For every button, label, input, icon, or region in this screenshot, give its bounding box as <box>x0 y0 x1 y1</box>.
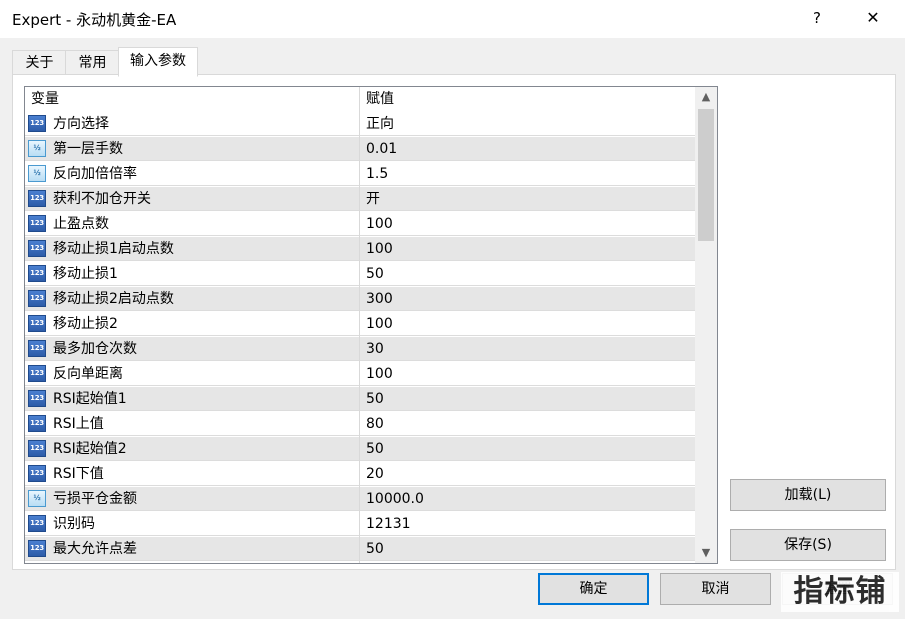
parameter-value[interactable]: 100 <box>366 312 393 336</box>
help-button[interactable]: ? <box>800 4 834 32</box>
vertical-scrollbar[interactable]: ▲ ▼ <box>695 87 717 563</box>
parameter-name: 方向选择 <box>53 116 109 132</box>
parameter-list[interactable]: 变量 赋值 123 方向选择 正向 ½ 第一层手数 0.01 ½ 反向加倍倍率 1.5 123 获利… <box>24 86 718 564</box>
int-icon: 123 <box>28 190 46 207</box>
parameter-name: 止盈点数 <box>53 216 109 232</box>
parameter-value[interactable]: 50 <box>366 387 384 411</box>
table-row[interactable]: 123 止盈点数 100 <box>25 212 695 236</box>
int-icon: 123 <box>28 115 46 132</box>
parameter-name: 移动止损2 <box>53 316 118 332</box>
table-row[interactable]: 123 最多加仓次数 30 <box>25 337 695 361</box>
int-icon: 123 <box>28 465 46 482</box>
title-bar: Expert - 永动机黄金-EA ? ✕ <box>0 0 905 38</box>
table-row[interactable]: ½ 第一层手数 0.01 <box>25 137 695 161</box>
table-row[interactable]: 123 移动止损2启动点数 300 <box>25 287 695 311</box>
column-header-variable[interactable]: 变量 <box>31 87 59 112</box>
parameter-value[interactable]: 正向 <box>366 112 394 136</box>
parameter-name: 反向单距离 <box>53 366 123 382</box>
table-row[interactable]: 123 识别码 12131 <box>25 512 695 536</box>
int-icon: 123 <box>28 515 46 532</box>
table-row[interactable]: 123 RSI起始值2 50 <box>25 437 695 461</box>
tab-inputs[interactable]: 输入参数 <box>118 47 198 77</box>
cancel-button[interactable]: 取消 <box>660 573 771 605</box>
int-icon: 123 <box>28 290 46 307</box>
list-header: 变量 赋值 <box>25 87 695 112</box>
table-row[interactable]: 123 RSI下值 20 <box>25 462 695 486</box>
int-icon: 123 <box>28 265 46 282</box>
scroll-up-icon[interactable]: ▲ <box>695 87 717 107</box>
double-icon: ½ <box>28 490 46 507</box>
window-title: Expert - 永动机黄金-EA <box>12 11 177 29</box>
column-divider <box>359 87 360 563</box>
parameter-name: 获利不加仓开关 <box>53 191 151 207</box>
parameter-value[interactable]: 0.01 <box>366 137 397 161</box>
scroll-thumb[interactable] <box>698 109 714 241</box>
parameter-value[interactable]: 20 <box>366 462 384 486</box>
parameter-value[interactable]: 80 <box>366 412 384 436</box>
table-row[interactable]: 123 RSI上值 80 <box>25 412 695 436</box>
parameter-name: 亏损平仓金额 <box>53 491 137 507</box>
int-icon: 123 <box>28 415 46 432</box>
int-icon: 123 <box>28 440 46 457</box>
parameter-value[interactable]: 100 <box>366 362 393 386</box>
tab-common[interactable]: 常用 <box>65 50 120 75</box>
table-row[interactable]: 123 RSI起始值1 50 <box>25 387 695 411</box>
parameter-name: 最大允许点差 <box>53 541 137 557</box>
close-button[interactable]: ✕ <box>856 4 890 32</box>
save-button[interactable]: 保存(S) <box>730 529 886 561</box>
int-icon: 123 <box>28 215 46 232</box>
parameter-name: RSI起始值1 <box>53 391 127 407</box>
table-row[interactable]: ½ 亏损平仓金额 10000.0 <box>25 487 695 511</box>
double-icon: ½ <box>28 165 46 182</box>
table-row[interactable]: 123 移动止损2 100 <box>25 312 695 336</box>
table-row[interactable]: 123 反向单距离 100 <box>25 362 695 386</box>
table-row[interactable]: 123 最大允许点差 50 <box>25 537 695 561</box>
table-row[interactable]: 123 移动止损1 50 <box>25 262 695 286</box>
parameter-name: 识别码 <box>53 516 95 532</box>
int-icon: 123 <box>28 390 46 407</box>
parameter-value[interactable]: 10000.0 <box>366 487 424 511</box>
int-icon: 123 <box>28 340 46 357</box>
parameter-name: 第一层手数 <box>53 141 123 157</box>
parameter-name: RSI上值 <box>53 416 104 432</box>
table-row[interactable]: 123 移动止损1启动点数 100 <box>25 237 695 261</box>
parameter-name: 最多加仓次数 <box>53 341 137 357</box>
parameter-value[interactable]: 12131 <box>366 512 411 536</box>
parameter-name: 移动止损1 <box>53 266 118 282</box>
int-icon: 123 <box>28 365 46 382</box>
parameter-value[interactable]: 100 <box>366 212 393 236</box>
tab-about[interactable]: 关于 <box>12 50 67 75</box>
parameter-value[interactable]: 300 <box>366 287 393 311</box>
load-button[interactable]: 加载(L) <box>730 479 886 511</box>
parameter-name: 移动止损1启动点数 <box>53 241 174 257</box>
watermark: 指标铺 <box>781 572 899 612</box>
column-header-value[interactable]: 赋值 <box>366 87 394 112</box>
parameter-value[interactable]: 50 <box>366 437 384 461</box>
table-row[interactable]: ½ 反向加倍倍率 1.5 <box>25 162 695 186</box>
parameter-value[interactable]: 50 <box>366 537 384 561</box>
scroll-down-icon[interactable]: ▼ <box>695 543 717 563</box>
parameter-name: RSI下值 <box>53 466 104 482</box>
parameter-value[interactable]: 1.5 <box>366 162 388 186</box>
int-icon: 123 <box>28 540 46 557</box>
parameter-value[interactable]: 30 <box>366 337 384 361</box>
parameter-name: RSI起始值2 <box>53 441 127 457</box>
double-icon: ½ <box>28 140 46 157</box>
parameter-name: 移动止损2启动点数 <box>53 291 174 307</box>
parameter-value[interactable]: 50 <box>366 262 384 286</box>
int-icon: 123 <box>28 315 46 332</box>
int-icon: 123 <box>28 240 46 257</box>
parameter-value[interactable]: 100 <box>366 237 393 261</box>
parameter-list-body: 变量 赋值 123 方向选择 正向 ½ 第一层手数 0.01 ½ 反向加倍倍率 1.5 123 获利… <box>25 87 695 563</box>
ok-button[interactable]: 确定 <box>538 573 649 605</box>
table-row[interactable]: 123 方向选择 正向 <box>25 112 695 136</box>
table-row[interactable]: 123 获利不加仓开关 开 <box>25 187 695 211</box>
parameter-name: 反向加倍倍率 <box>53 166 137 182</box>
parameter-value[interactable]: 开 <box>366 187 380 211</box>
